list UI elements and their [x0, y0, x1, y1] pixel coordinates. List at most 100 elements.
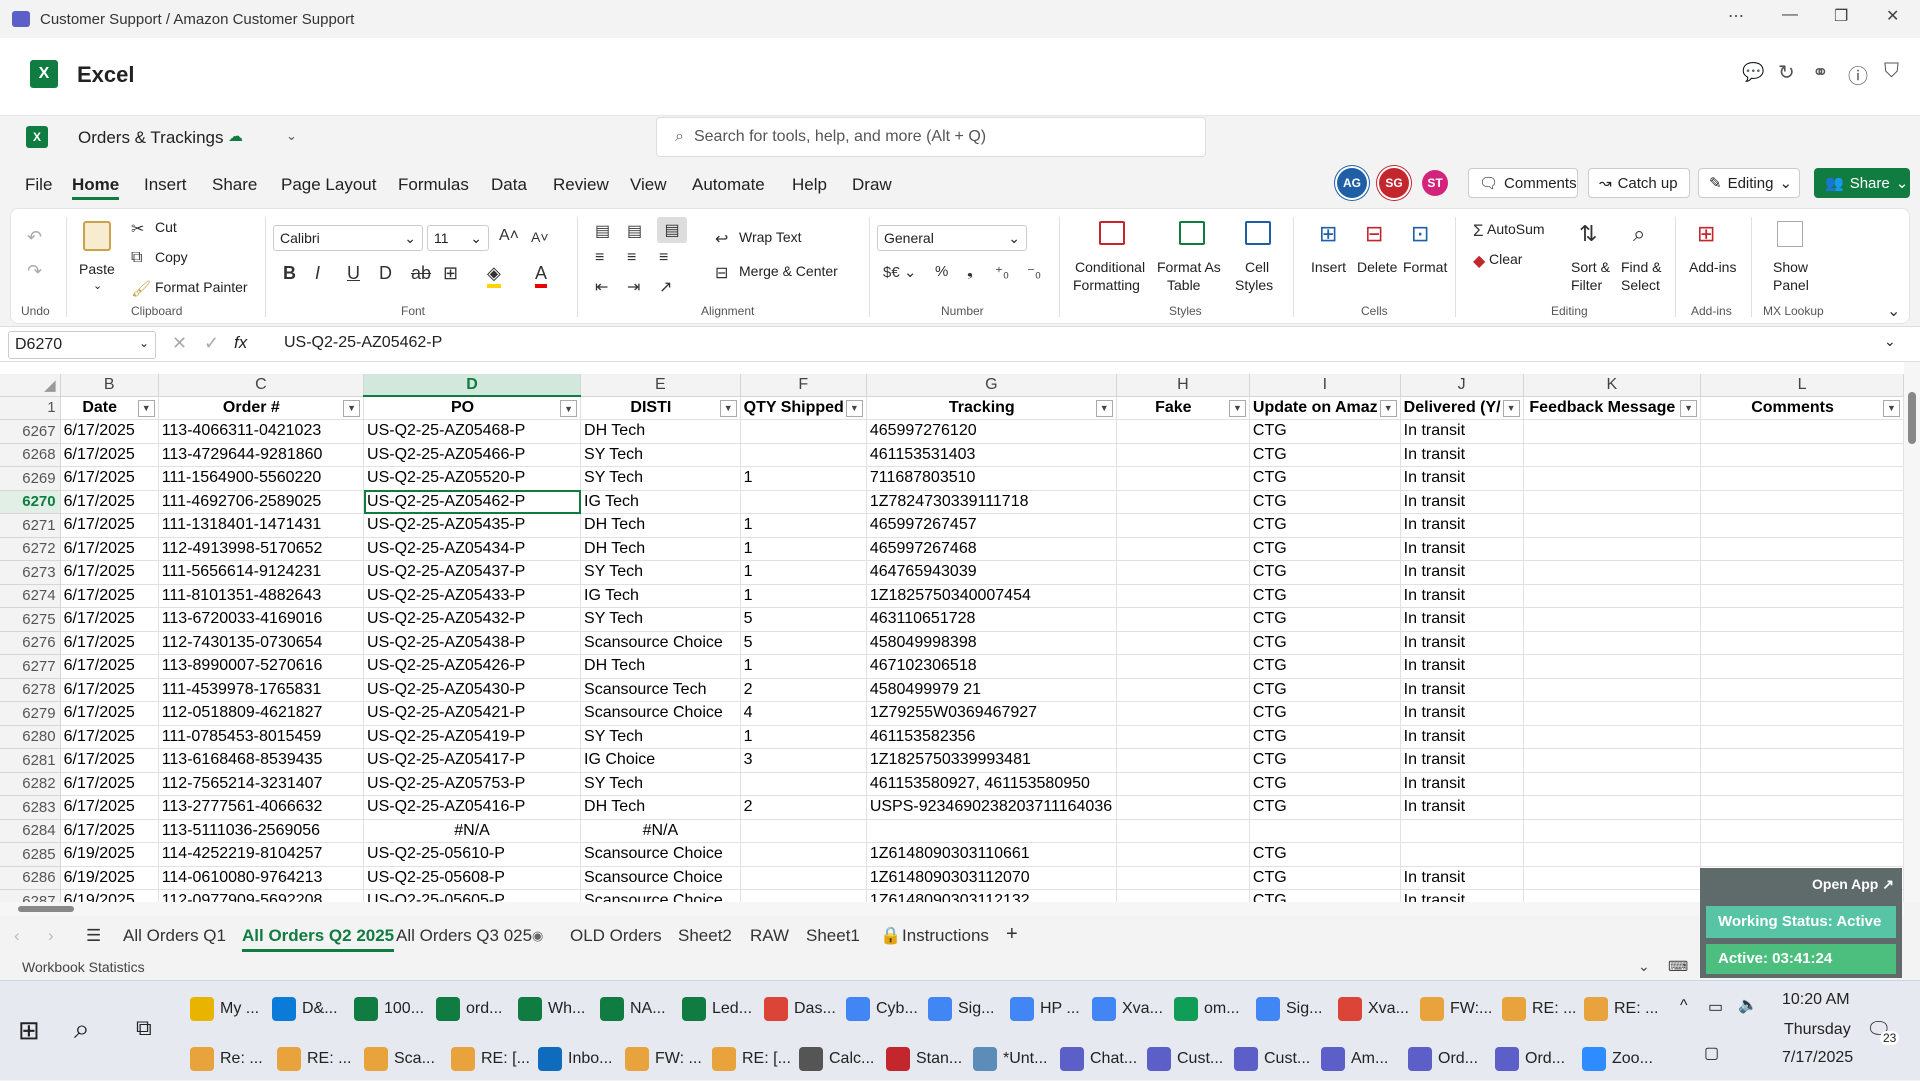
cell[interactable]: 5	[740, 631, 867, 655]
cell[interactable]	[1523, 772, 1702, 796]
cell[interactable]	[1523, 490, 1702, 514]
currency-icon[interactable]: $€ ⌄	[883, 263, 916, 281]
cell[interactable]: US-Q2-25-AZ05432-P	[363, 607, 582, 632]
cell[interactable]: 6/17/2025	[60, 443, 159, 467]
cell[interactable]: CTG	[1249, 419, 1401, 444]
cell[interactable]	[1116, 772, 1250, 796]
table-header-cell[interactable]: Update on Amaz ▼	[1249, 396, 1401, 420]
cell[interactable]	[1116, 678, 1250, 702]
taskbar-app-button[interactable]: NA...	[600, 987, 666, 1031]
column-header-i[interactable]: I	[1249, 374, 1401, 397]
cell[interactable]: US-Q2-25-05608-P	[363, 866, 582, 890]
taskbar-app-button[interactable]: Sig...	[928, 987, 994, 1031]
cell[interactable]	[1116, 584, 1250, 608]
menu-formulas[interactable]: Formulas	[398, 175, 469, 195]
cell[interactable]: CTG	[1249, 560, 1401, 585]
cell[interactable]: 1	[740, 560, 867, 585]
double-underline-icon[interactable]: D	[379, 263, 392, 284]
sort-filter-label-1[interactable]: Sort &	[1571, 259, 1610, 275]
column-header-k[interactable]: K	[1523, 374, 1702, 397]
cell[interactable]: 6/19/2025	[60, 889, 159, 902]
cell[interactable]	[1116, 607, 1250, 632]
taskbar-app-button[interactable]: RE: [...	[712, 1037, 791, 1081]
cell[interactable]: US-Q2-25-AZ05438-P	[363, 631, 582, 655]
cell[interactable]	[1700, 772, 1904, 796]
cell[interactable]: CTG	[1249, 795, 1401, 820]
cell[interactable]: CTG	[1249, 842, 1401, 867]
cell[interactable]: CTG	[1249, 513, 1401, 538]
cell[interactable]: 6/17/2025	[60, 419, 159, 444]
cell[interactable]	[1523, 419, 1702, 444]
format-painter-button[interactable]: Format Painter	[155, 279, 248, 295]
filter-dropdown-icon[interactable]: ▼	[1379, 399, 1397, 417]
network-icon[interactable]: ▢	[1704, 1043, 1719, 1063]
cell[interactable]: DH Tech	[580, 795, 741, 820]
menu-help[interactable]: Help	[792, 175, 827, 195]
windows-start-icon[interactable]: ⊞	[18, 1015, 40, 1046]
cell[interactable]: Scansource Tech	[580, 678, 741, 702]
cell[interactable]: 458049998398	[866, 631, 1117, 655]
cell[interactable]: In transit	[1400, 631, 1524, 655]
cell[interactable]: In transit	[1400, 560, 1524, 585]
align-center-icon[interactable]: ≡	[627, 249, 636, 267]
copy-button[interactable]: Copy	[155, 249, 188, 265]
column-header-c[interactable]: C	[158, 374, 365, 397]
cell[interactable]	[1116, 419, 1250, 444]
menu-automate[interactable]: Automate	[692, 175, 765, 195]
cell[interactable]	[1116, 443, 1250, 467]
row-number[interactable]: 6281	[0, 748, 61, 773]
fill-color-icon[interactable]: ◈	[487, 263, 501, 288]
menu-share[interactable]: Share	[212, 175, 257, 195]
menu-file[interactable]: File	[25, 175, 52, 195]
cell[interactable]: DH Tech	[580, 654, 741, 679]
cell[interactable]	[1700, 443, 1904, 467]
cell[interactable]	[1523, 795, 1702, 820]
align-bottom-icon[interactable]: ▤	[657, 217, 687, 243]
cell[interactable]	[1116, 701, 1250, 726]
cell[interactable]: 113-4066311-0421023	[158, 419, 365, 444]
number-format-dropdown[interactable]: General ⌄	[877, 225, 1027, 251]
cell[interactable]: 464765943039	[866, 560, 1117, 585]
taskbar-app-button[interactable]: HP ...	[1010, 987, 1080, 1031]
cell[interactable]	[1700, 631, 1904, 655]
filter-dropdown-icon[interactable]: ▼	[845, 399, 863, 417]
cell[interactable]: CTG	[1249, 537, 1401, 561]
cell[interactable]: 113-2777561-4066632	[158, 795, 365, 820]
cell[interactable]: In transit	[1400, 419, 1524, 444]
row-number[interactable]: 1	[0, 396, 61, 420]
cell[interactable]	[1523, 866, 1702, 890]
tray-chevron-icon[interactable]: ^	[1680, 997, 1688, 1015]
cell[interactable]: In transit	[1400, 654, 1524, 679]
cell[interactable]	[1116, 560, 1250, 585]
show-panel-label-1[interactable]: Show	[1773, 259, 1808, 275]
cell[interactable]: In transit	[1400, 725, 1524, 749]
cell[interactable]: 113-4729644-9281860	[158, 443, 365, 467]
tab-all-orders-q3[interactable]: All Orders Q3 025	[396, 926, 532, 946]
taskbar-app-button[interactable]: Led...	[682, 987, 752, 1031]
cell[interactable]: US-Q2-25-AZ05430-P	[363, 678, 582, 702]
cell[interactable]: CTG	[1249, 866, 1401, 890]
cell[interactable]: CTG	[1249, 654, 1401, 679]
cell[interactable]: 1	[740, 513, 867, 538]
task-view-icon[interactable]: ⧉	[136, 1015, 152, 1041]
cell[interactable]: US-Q2-25-AZ05434-P	[363, 537, 582, 561]
cell[interactable]: 111-8101351-4882643	[158, 584, 365, 608]
cell[interactable]: CTG	[1249, 607, 1401, 632]
ribbon-expand-icon[interactable]: ⌄	[1887, 301, 1900, 321]
cell[interactable]: CTG	[1249, 466, 1401, 491]
cell[interactable]: In transit	[1400, 795, 1524, 820]
cell[interactable]: 111-1318401-1471431	[158, 513, 365, 538]
search-icon[interactable]: ⌕	[74, 1013, 90, 1046]
cell[interactable]	[1249, 819, 1401, 843]
cell[interactable]: IG Tech	[580, 490, 741, 514]
cell[interactable]: US-Q2-25-AZ05468-P	[363, 419, 582, 444]
cell[interactable]	[740, 866, 867, 890]
cell[interactable]: 114-4252219-8104257	[158, 842, 365, 867]
menu-page-layout[interactable]: Page Layout	[281, 175, 376, 195]
cell[interactable]: 112-7565214-3231407	[158, 772, 365, 796]
taskbar-app-button[interactable]: Chat...	[1060, 1037, 1137, 1081]
cell[interactable]	[1700, 560, 1904, 585]
cell[interactable]: SY Tech	[580, 443, 741, 467]
name-box[interactable]: D6270 ⌄	[8, 331, 156, 359]
cell[interactable]: CTG	[1249, 701, 1401, 726]
